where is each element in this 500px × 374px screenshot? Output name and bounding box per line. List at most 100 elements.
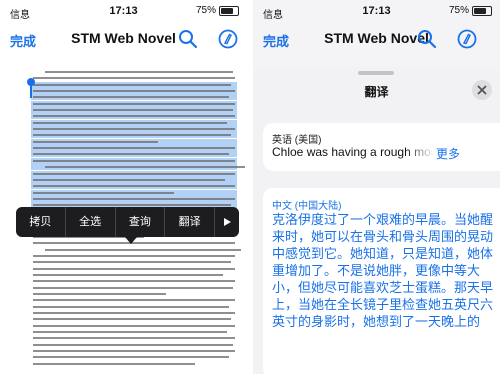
page-text-line bbox=[31, 157, 237, 164]
page-text-ink bbox=[33, 178, 225, 181]
screens: 信息 17:13 75% 完成 STM Web Novel 拷贝 全选 查询 翻… bbox=[0, 0, 500, 374]
page-text-ink bbox=[33, 121, 227, 124]
look-up-menu-item[interactable]: 查询 bbox=[116, 207, 166, 237]
page-text-line bbox=[31, 94, 237, 101]
battery-percent: 75% bbox=[448, 5, 469, 16]
page-text-line bbox=[31, 170, 237, 177]
page-text-ink bbox=[45, 71, 233, 73]
page-text-line bbox=[33, 355, 235, 359]
page-text-line bbox=[31, 88, 237, 95]
status-bar: 信息 17:13 75% bbox=[0, 0, 247, 22]
source-text-fade bbox=[405, 143, 435, 161]
page-text-ink bbox=[33, 185, 235, 188]
page-text-ink bbox=[33, 312, 235, 315]
page-text-line bbox=[33, 260, 235, 264]
page-text-ink bbox=[33, 159, 235, 162]
page-text-ink bbox=[33, 128, 235, 131]
page-text-line bbox=[33, 349, 235, 353]
edit-menu: 拷贝 全选 查询 翻译 bbox=[16, 207, 239, 237]
page-text-ink bbox=[33, 305, 229, 308]
page-text-ink bbox=[33, 362, 195, 365]
page-text-ink bbox=[33, 280, 235, 283]
copy-menu-item[interactable]: 拷贝 bbox=[16, 207, 66, 237]
page-text-line bbox=[33, 324, 235, 328]
battery-percent: 75% bbox=[195, 5, 216, 16]
page-title: STM Web Novel bbox=[71, 30, 176, 46]
page-text-line bbox=[31, 132, 237, 139]
translate-sheet: 翻译 英语 (美国) Chloe was having a rough morn… bbox=[253, 66, 500, 374]
status-right: 75% bbox=[449, 5, 492, 16]
more-button[interactable]: 更多 bbox=[436, 145, 460, 162]
page-text-line bbox=[33, 279, 235, 283]
edit-menu-pointer bbox=[125, 237, 137, 244]
page-text-ink bbox=[33, 191, 175, 194]
page-text-line bbox=[33, 305, 235, 309]
page-text-line bbox=[31, 113, 237, 120]
page-text-ink bbox=[33, 299, 235, 302]
page-text-ink bbox=[33, 109, 233, 112]
translate-menu-item[interactable]: 翻译 bbox=[165, 207, 215, 237]
page-text-line bbox=[31, 100, 237, 107]
page-text-line bbox=[33, 254, 235, 258]
page-text-line bbox=[31, 151, 237, 158]
page-text-ink bbox=[33, 254, 235, 257]
source-language[interactable]: 英语 (美国) bbox=[272, 131, 321, 146]
page-text-line bbox=[33, 273, 235, 277]
page-text-line bbox=[31, 138, 237, 145]
page-text-ink bbox=[33, 343, 233, 346]
pen-circle-icon[interactable] bbox=[457, 29, 477, 49]
search-icon[interactable] bbox=[417, 29, 437, 49]
search-icon[interactable] bbox=[178, 29, 198, 49]
page-text-line bbox=[33, 248, 242, 252]
page-text-ink bbox=[33, 90, 235, 93]
page-text-ink bbox=[33, 140, 159, 143]
page-text-ink bbox=[33, 356, 229, 359]
source-card: 英语 (美国) Chloe was having a rough morning… bbox=[263, 123, 500, 171]
select-all-menu-item[interactable]: 全选 bbox=[66, 207, 116, 237]
page-text-ink bbox=[33, 318, 231, 321]
page-text-ink bbox=[33, 172, 235, 175]
page-text-line bbox=[33, 286, 235, 290]
page-text-ink bbox=[33, 134, 231, 137]
page-text-line bbox=[33, 292, 235, 296]
page-text-ink bbox=[33, 286, 233, 289]
page-text-line bbox=[33, 267, 235, 271]
page-text-ink bbox=[33, 77, 235, 80]
battery-icon bbox=[472, 5, 492, 16]
page-text-ink bbox=[33, 197, 235, 200]
page-text-line bbox=[31, 126, 237, 133]
translate-screen: 信息 17:13 75% 完成 STM Web Novel 翻译 英语 (美国)… bbox=[253, 0, 500, 374]
sheet-grabber[interactable] bbox=[358, 71, 394, 75]
reader-screen: 信息 17:13 75% 完成 STM Web Novel 拷贝 全选 查询 翻… bbox=[0, 0, 247, 374]
page-text-ink bbox=[33, 153, 229, 156]
page-text-ink bbox=[33, 261, 231, 264]
page-text-ink bbox=[33, 324, 235, 327]
page-text-ink bbox=[33, 337, 235, 340]
page-text-line bbox=[31, 164, 246, 171]
page-text-line bbox=[31, 119, 237, 126]
reader-navbar: 完成 STM Web Novel bbox=[253, 24, 500, 56]
page-text-line bbox=[33, 330, 235, 334]
target-language[interactable]: 中文 (中国大陆) bbox=[272, 197, 341, 212]
page-text-line bbox=[33, 317, 235, 321]
page-text-ink bbox=[45, 248, 242, 251]
page-text-ink bbox=[45, 166, 246, 169]
page-text-line bbox=[33, 362, 235, 366]
status-bar: 信息 17:13 75% bbox=[253, 0, 500, 22]
target-card: 中文 (中国大陆) 克洛伊度过了一个艰难的早晨。当她醒来时，她可以在骨头和骨头周… bbox=[263, 188, 500, 374]
page-text-line bbox=[33, 343, 235, 347]
page-text-ink bbox=[33, 274, 223, 276]
page-text-line bbox=[31, 195, 237, 202]
page-text-line bbox=[33, 76, 235, 80]
page-text-line bbox=[33, 70, 235, 74]
triangle-right-icon[interactable] bbox=[215, 207, 239, 237]
page-text-line bbox=[31, 189, 237, 196]
page-text-line bbox=[31, 183, 237, 190]
close-icon[interactable] bbox=[472, 80, 492, 100]
page-text-ink bbox=[33, 267, 235, 270]
page-text-ink bbox=[33, 331, 227, 334]
selection-start-stem bbox=[30, 84, 32, 98]
page-text-line bbox=[31, 107, 237, 114]
page-text-ink bbox=[33, 204, 231, 207]
pen-circle-icon[interactable] bbox=[218, 29, 238, 49]
